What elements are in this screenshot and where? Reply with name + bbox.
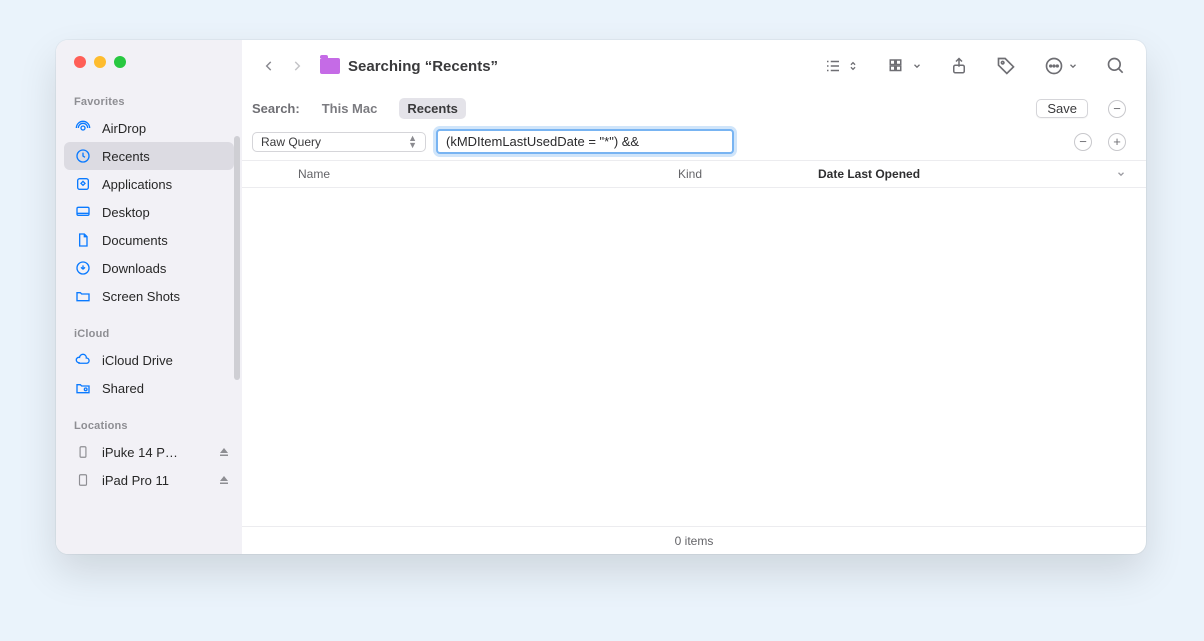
save-search-button[interactable]: Save	[1036, 99, 1088, 118]
sidebar-item-label: Applications	[102, 177, 230, 192]
sidebar-item-shared[interactable]: Shared	[56, 374, 242, 402]
status-item-count: 0 items	[675, 534, 714, 548]
sidebar-item-label: Desktop	[102, 205, 230, 220]
sidebar-item-documents[interactable]: Documents	[56, 226, 242, 254]
sidebar-item-label: Documents	[102, 233, 230, 248]
sidebar-item-screenshots[interactable]: Screen Shots	[56, 282, 242, 310]
nav-back-button[interactable]	[262, 57, 276, 75]
sidebar-scrollbar[interactable]	[234, 136, 240, 380]
sidebar-item-downloads[interactable]: Downloads	[56, 254, 242, 282]
document-icon	[74, 231, 92, 249]
sidebar-item-label: Recents	[102, 149, 222, 164]
sidebar-item-applications[interactable]: Applications	[56, 170, 242, 198]
fullscreen-window-button[interactable]	[114, 56, 126, 68]
minimize-window-button[interactable]	[94, 56, 106, 68]
select-stepper-icon: ▲▼	[408, 135, 417, 149]
share-button[interactable]	[950, 56, 968, 76]
iphone-icon	[74, 443, 92, 461]
smart-folder-icon	[320, 58, 340, 74]
sidebar-item-label: iCloud Drive	[102, 353, 230, 368]
sidebar-item-label: Screen Shots	[102, 289, 230, 304]
cloud-icon	[74, 351, 92, 369]
window-controls	[56, 56, 242, 68]
results-list	[242, 188, 1146, 526]
view-list-button[interactable]	[822, 57, 858, 75]
tag-button[interactable]	[996, 56, 1016, 76]
criteria-type-label: Raw Query	[261, 135, 321, 149]
raw-query-input[interactable]	[436, 129, 734, 154]
clock-icon	[74, 147, 92, 165]
scope-this-mac[interactable]: This Mac	[314, 98, 386, 119]
more-options-button[interactable]	[1044, 56, 1078, 76]
toolbar: Searching “Recents”	[242, 40, 1146, 92]
airdrop-icon	[74, 119, 92, 137]
remove-criteria-button[interactable]: −	[1074, 133, 1092, 151]
sidebar-item-desktop[interactable]: Desktop	[56, 198, 242, 226]
window-title: Searching “Recents”	[348, 58, 498, 75]
sidebar-item-label: iPad Pro 11	[102, 473, 208, 488]
group-by-button[interactable]	[886, 57, 922, 75]
column-header-date-last-opened[interactable]: Date Last Opened	[818, 167, 1116, 181]
status-bar: 0 items	[242, 526, 1146, 554]
sidebar: Favorites AirDrop Recents Applications D…	[56, 40, 242, 554]
sidebar-item-recents[interactable]: Recents	[64, 142, 234, 170]
desktop-icon	[74, 203, 92, 221]
add-criteria-button[interactable]: +	[1108, 133, 1126, 151]
sort-chevron-icon[interactable]	[1116, 169, 1126, 179]
column-header-name[interactable]: Name	[298, 167, 678, 181]
nav-forward-button[interactable]	[290, 57, 304, 75]
search-button[interactable]	[1106, 56, 1126, 76]
sidebar-item-label: Shared	[102, 381, 230, 396]
shared-folder-icon	[74, 379, 92, 397]
sidebar-item-icloud-drive[interactable]: iCloud Drive	[56, 346, 242, 374]
sidebar-section-favorites: Favorites	[56, 92, 242, 114]
column-headers: Name Kind Date Last Opened	[242, 161, 1146, 188]
search-scope-label: Search:	[252, 101, 300, 116]
search-scope-row: Search: This Mac Recents Save −	[242, 92, 1146, 129]
scope-recents[interactable]: Recents	[399, 98, 466, 119]
sidebar-item-label: AirDrop	[102, 121, 230, 136]
applications-icon	[74, 175, 92, 193]
column-header-kind[interactable]: Kind	[678, 167, 818, 181]
sidebar-section-icloud: iCloud	[56, 324, 242, 346]
remove-scope-button[interactable]: −	[1108, 100, 1126, 118]
sidebar-item-airdrop[interactable]: AirDrop	[56, 114, 242, 142]
sidebar-section-locations: Locations	[56, 416, 242, 438]
close-window-button[interactable]	[74, 56, 86, 68]
eject-icon[interactable]	[218, 474, 230, 486]
search-criteria-row: Raw Query ▲▼ − +	[242, 129, 1146, 161]
sidebar-item-ipad[interactable]: iPad Pro 11	[56, 466, 242, 494]
criteria-type-select[interactable]: Raw Query ▲▼	[252, 132, 426, 152]
sidebar-item-label: Downloads	[102, 261, 230, 276]
folder-icon	[74, 287, 92, 305]
sidebar-item-iphone[interactable]: iPuke 14 P…	[56, 438, 242, 466]
download-icon	[74, 259, 92, 277]
finder-window: Favorites AirDrop Recents Applications D…	[56, 40, 1146, 554]
sidebar-item-label: iPuke 14 P…	[102, 445, 208, 460]
ipad-icon	[74, 471, 92, 489]
eject-icon[interactable]	[218, 446, 230, 458]
main-panel: Searching “Recents”	[242, 40, 1146, 554]
